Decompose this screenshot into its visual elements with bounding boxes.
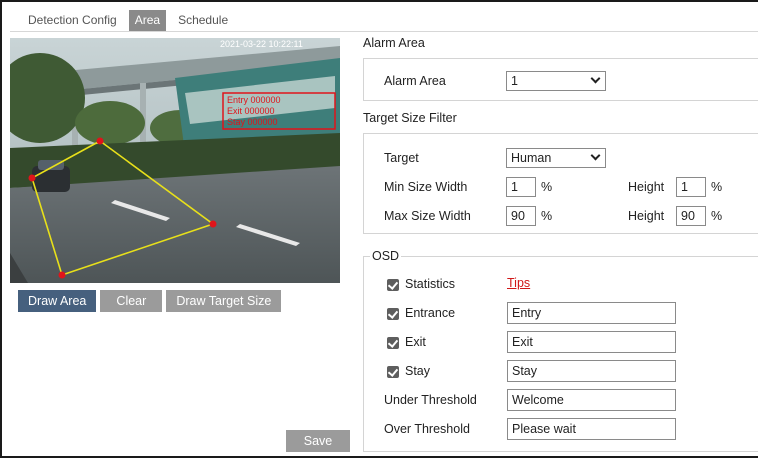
max-width-unit: % <box>541 209 553 223</box>
min-size-height-input[interactable]: 1 <box>676 177 706 197</box>
osd-overlay-line-3: Stay 000000 <box>227 117 278 127</box>
draw-area-button[interactable]: Draw Area <box>18 290 97 312</box>
over-threshold-label: Over Threshold <box>384 422 470 436</box>
target-select-value: Human <box>511 151 552 165</box>
statistics-checkbox[interactable] <box>387 279 399 291</box>
alarm-area-select-value: 1 <box>511 74 518 88</box>
entrance-checkbox[interactable] <box>387 308 399 320</box>
max-height-unit: % <box>711 209 723 223</box>
chevron-down-icon <box>590 73 601 84</box>
under-threshold-label: Under Threshold <box>384 393 477 407</box>
min-size-width-input[interactable]: 1 <box>506 177 536 197</box>
area-toolbar: Draw Area Clear Draw Target Size <box>18 290 282 312</box>
stay-checkbox[interactable] <box>387 366 399 378</box>
over-threshold-field[interactable]: Please wait <box>507 418 676 440</box>
max-size-height-input[interactable]: 90 <box>676 206 706 226</box>
tips-link[interactable]: Tips <box>507 276 530 290</box>
area-vertex-handle[interactable] <box>28 174 36 182</box>
target-size-filter-title: Target Size Filter <box>363 111 457 125</box>
min-height-label: Height <box>628 180 665 194</box>
tab-area[interactable]: Area <box>128 10 167 31</box>
clear-button[interactable]: Clear <box>100 290 163 312</box>
tab-bar: Detection Config Area Schedule <box>22 10 234 32</box>
area-vertex-handle[interactable] <box>96 137 104 145</box>
chevron-down-icon <box>590 150 601 161</box>
tab-detection-config[interactable]: Detection Config <box>22 10 123 31</box>
target-select[interactable]: Human <box>506 148 606 168</box>
osd-overlay-line-1: Entry 000000 <box>227 95 281 105</box>
min-width-unit: % <box>541 180 553 194</box>
under-threshold-field[interactable]: Welcome <box>507 389 676 411</box>
osd-overlay-line-2: Exit 000000 <box>227 106 275 116</box>
alarm-area-section-title: Alarm Area <box>363 36 425 50</box>
min-height-unit: % <box>711 180 723 194</box>
max-size-width-label: Max Size Width <box>384 209 471 223</box>
entrance-text-field[interactable]: Entry <box>507 302 676 324</box>
osd-legend: OSD <box>370 249 402 263</box>
max-height-label: Height <box>628 209 665 223</box>
exit-checkbox[interactable] <box>387 337 399 349</box>
min-size-width-label: Min Size Width <box>384 180 468 194</box>
stay-text-field[interactable]: Stay <box>507 360 676 382</box>
exit-label: Exit <box>405 335 426 349</box>
entrance-label: Entrance <box>405 306 456 320</box>
camera-scene: 2021-03-22 10:22:11 Entry 000000 Exit 00… <box>10 38 340 283</box>
alarm-area-select[interactable]: 1 <box>506 71 606 91</box>
tab-divider <box>10 31 758 32</box>
target-label: Target <box>384 151 419 165</box>
stay-label: Stay <box>405 364 431 378</box>
alarm-area-label: Alarm Area <box>384 74 446 88</box>
max-size-width-input[interactable]: 90 <box>506 206 536 226</box>
draw-target-size-button[interactable]: Draw Target Size <box>166 290 282 312</box>
exit-text-field[interactable]: Exit <box>507 331 676 353</box>
tab-schedule[interactable]: Schedule <box>172 10 234 31</box>
video-preview[interactable]: 2021-03-22 10:22:11 Entry 000000 Exit 00… <box>10 38 340 283</box>
area-vertex-handle[interactable] <box>209 220 217 228</box>
area-vertex-handle[interactable] <box>58 271 66 279</box>
statistics-label: Statistics <box>405 277 456 291</box>
video-timestamp: 2021-03-22 10:22:11 <box>220 39 303 49</box>
save-button[interactable]: Save <box>286 430 350 452</box>
